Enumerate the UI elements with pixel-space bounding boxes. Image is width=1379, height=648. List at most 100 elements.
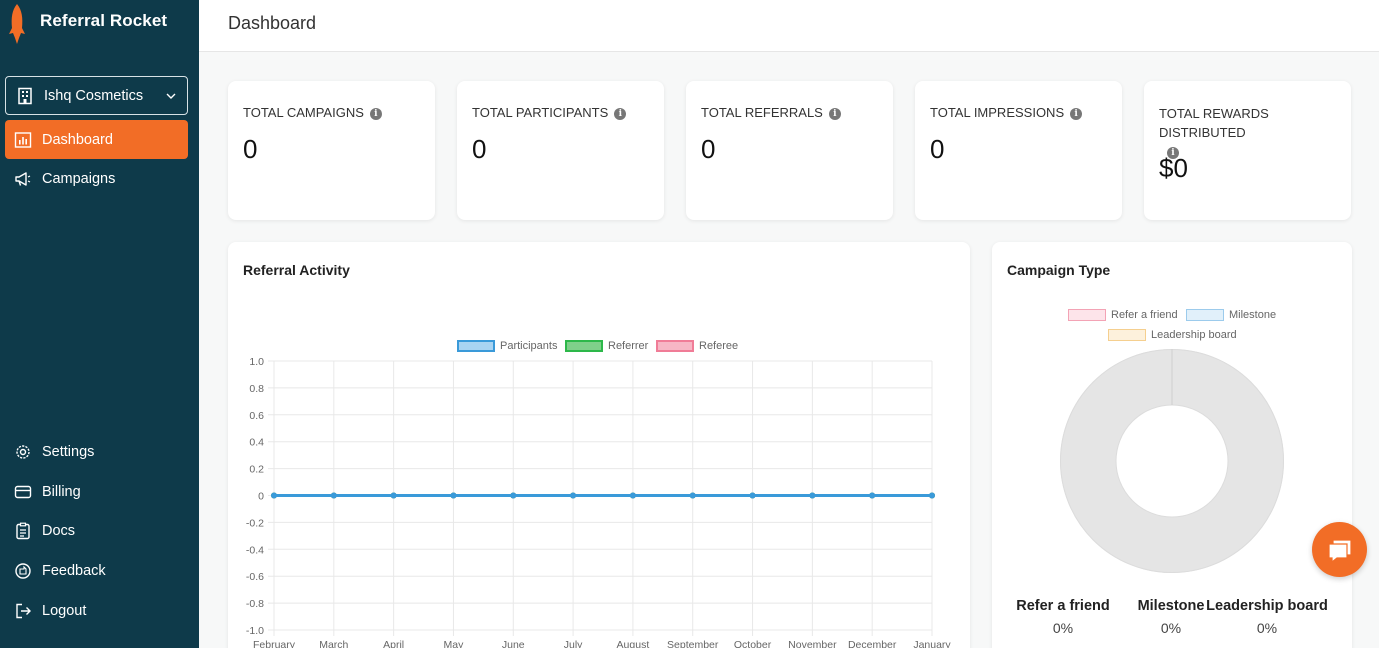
info-icon[interactable]: i [1070, 107, 1083, 120]
page-title: Dashboard [228, 13, 317, 33]
data-point [271, 492, 277, 499]
chat-icon [1327, 538, 1352, 563]
data-point [570, 492, 577, 499]
topbar: Dashboard [199, 0, 1379, 52]
x-tick-label: August [617, 639, 650, 648]
brand[interactable]: Referral Rocket [6, 2, 167, 46]
logout-icon [16, 603, 31, 618]
y-tick-label: 0.2 [249, 464, 264, 476]
stat-value: $0 [1159, 153, 1188, 183]
x-tick-label: October [734, 639, 772, 648]
data-point [390, 492, 397, 499]
organization-select[interactable]: Ishq Cosmetics [5, 76, 188, 115]
legend-refer-a-friend[interactable]: Refer a friend [1068, 309, 1178, 321]
legend-label: Milestone [1229, 309, 1277, 321]
building-icon [18, 87, 32, 104]
data-point [929, 492, 935, 499]
stat-card-referrals: TOTAL REFERRALS i 0 [686, 81, 893, 220]
stat-label: TOTAL PARTICIPANTS i [472, 105, 627, 120]
data-point [869, 492, 876, 499]
info-icon[interactable]: i [369, 107, 382, 120]
x-tick-label: April [383, 639, 404, 648]
nav-billing[interactable]: Billing [5, 472, 188, 511]
breakdown-label: Refer a friend [1016, 598, 1110, 614]
x-tick-label: May [444, 639, 465, 648]
stat-label: TOTAL REFERRALS i [701, 105, 841, 120]
info-icon[interactable]: i [828, 107, 841, 120]
stat-value: 0 [930, 134, 945, 164]
stat-value: 0 [243, 134, 258, 164]
y-tick-label: 0.6 [249, 410, 264, 422]
rocket-icon [9, 4, 25, 44]
stat-value: 0 [472, 134, 487, 164]
y-tick-label: 0 [258, 491, 264, 503]
feedback-icon [15, 562, 31, 579]
data-point [689, 492, 696, 499]
nav-logout[interactable]: Logout [5, 591, 188, 630]
stat-label: TOTAL CAMPAIGNS i [243, 105, 382, 120]
campaign-type-card: Campaign Type Refer a friend Milestone L… [992, 242, 1352, 648]
stat-label-text: TOTAL CAMPAIGNS [243, 105, 364, 120]
nav-campaigns[interactable]: Campaigns [5, 159, 188, 198]
x-tick-label: July [564, 639, 583, 648]
clipboard-icon [16, 522, 30, 539]
nav-feedback[interactable]: Feedback [5, 551, 188, 590]
stat-card-impressions: TOTAL IMPRESSIONS i 0 [915, 81, 1122, 220]
nav-feedback-label: Feedback [42, 562, 106, 579]
y-tick-label: 1.0 [249, 356, 264, 368]
stat-card-participants: TOTAL PARTICIPANTS i 0 [457, 81, 664, 220]
y-tick-label: -0.8 [246, 598, 264, 610]
x-tick-label: December [848, 639, 897, 648]
brand-name: Referral Rocket [40, 11, 168, 30]
breakdown-value: 0% [1052, 620, 1074, 636]
x-tick-label: September [667, 639, 719, 648]
sidebar: Referral Rocket Ishq Cosmetics Dashboard… [0, 0, 199, 648]
bar-chart-icon [14, 131, 32, 148]
data-point [510, 492, 517, 499]
legend-label: Refer a friend [1111, 309, 1178, 321]
stat-card-campaigns: TOTAL CAMPAIGNS i 0 [228, 81, 435, 220]
referral-activity-chart: 1.0 0.8 0.6 0.4 0.2 0 -0.2 -0.4 -0.6 -0.8 -1.0 Febr… [246, 356, 952, 648]
stat-card-rewards: TOTAL REWARDS DISTRIBUTED i $0 [1144, 81, 1351, 220]
chat-button[interactable] [1312, 522, 1367, 577]
y-tick-label: -1.0 [246, 625, 264, 637]
stat-label-text: TOTAL PARTICIPANTS [472, 105, 609, 120]
x-tick-label: March [319, 639, 348, 648]
nav-docs-label: Docs [42, 522, 76, 539]
data-point [749, 492, 756, 499]
nav-logout-label: Logout [42, 602, 87, 619]
stat-label-text: TOTAL REWARDS DISTRIBUTED [1159, 106, 1269, 140]
stat-value: 0 [701, 134, 716, 164]
y-tick-label: 0.8 [249, 383, 264, 395]
info-icon[interactable]: i [614, 107, 627, 120]
nav-docs[interactable]: Docs [5, 511, 188, 550]
nav-dashboard[interactable]: Dashboard [5, 120, 188, 159]
breakdown-label: Leadership board [1206, 598, 1328, 614]
campaign-type-doughnut [1060, 349, 1284, 573]
breakdown-value: 0% [1256, 620, 1278, 636]
y-tick-label: -0.6 [246, 571, 264, 583]
x-tick-label: November [788, 639, 837, 648]
nav-campaigns-label: Campaigns [42, 170, 116, 187]
referral-activity-card: Referral Activity Participants Referrer … [228, 242, 970, 648]
legend-swatch [1108, 329, 1146, 341]
data-point [809, 492, 816, 499]
nav-settings[interactable]: Settings [5, 432, 188, 471]
data-point [330, 492, 337, 499]
legend-swatch [1186, 309, 1224, 321]
gear-icon [16, 444, 30, 459]
megaphone-icon [15, 171, 31, 186]
legend-milestone[interactable]: Milestone [1186, 309, 1276, 321]
stat-label-text: TOTAL REFERRALS [701, 105, 823, 120]
y-tick-label: -0.2 [246, 517, 264, 529]
x-tick-label: June [502, 639, 525, 648]
stat-label-text: TOTAL IMPRESSIONS [930, 105, 1065, 120]
legend-label: Leadership board [1151, 329, 1237, 341]
y-tick-label: -0.4 [246, 544, 264, 556]
legend-swatch [1068, 309, 1106, 321]
stat-label: TOTAL IMPRESSIONS i [930, 105, 1083, 120]
organization-name: Ishq Cosmetics [44, 87, 144, 104]
legend-leadership-board[interactable]: Leadership board [1108, 329, 1237, 341]
chevron-down-icon [166, 93, 176, 99]
data-point [629, 492, 636, 499]
